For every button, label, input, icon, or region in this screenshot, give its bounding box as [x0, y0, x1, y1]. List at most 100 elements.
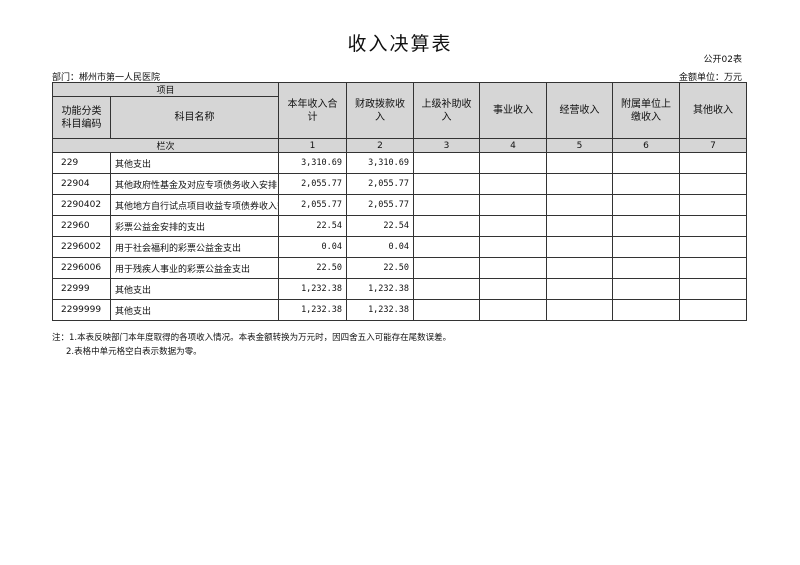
empty-cell: [546, 299, 614, 321]
subject-name-cell: 其他支出: [109, 299, 280, 321]
total-cell: 3,310.69: [278, 152, 348, 174]
func-code-cell: 229: [52, 152, 111, 174]
header-item: 项目: [51, 82, 280, 97]
subject-name-cell: 其他支出: [109, 152, 280, 174]
col-number: 5: [546, 138, 614, 153]
empty-cell: [413, 236, 481, 258]
empty-cell: [679, 152, 748, 174]
total-cell: 22.50: [278, 257, 348, 279]
total-cell: 2,055.77: [278, 173, 348, 195]
header-subject-name: 科目名称: [109, 96, 280, 139]
col-number: 1: [278, 138, 348, 153]
fiscal-cell: 22.50: [346, 257, 415, 279]
func-code-cell: 2296002: [52, 236, 111, 258]
total-cell: 2,055.77: [278, 194, 348, 216]
empty-cell: [679, 215, 748, 237]
empty-cell: [612, 152, 681, 174]
header-func-code: 功能分类科目编码: [52, 96, 111, 139]
empty-cell: [413, 299, 481, 321]
empty-cell: [546, 236, 614, 258]
total-cell: 1,232.38: [278, 278, 348, 300]
empty-cell: [546, 215, 614, 237]
table-row: 2290402 其他地方自行试点项目收益专项债券收入安 2,055.77 2,0…: [52, 194, 748, 216]
table-row: 2299999 其他支出 1,232.38 1,232.38: [52, 299, 748, 321]
row-index-label: 栏次: [51, 138, 280, 153]
empty-cell: [546, 257, 614, 279]
empty-cell: [612, 173, 681, 195]
col-number: 6: [612, 138, 681, 153]
empty-cell: [479, 278, 548, 300]
empty-cell: [413, 278, 481, 300]
empty-cell: [413, 215, 481, 237]
form-number: 公开02表: [703, 55, 742, 65]
func-code-cell: 2299999: [52, 299, 111, 321]
empty-cell: [479, 299, 548, 321]
fiscal-cell: 1,232.38: [346, 299, 415, 321]
fiscal-cell: 2,055.77: [346, 173, 415, 195]
fiscal-cell: 2,055.77: [346, 194, 415, 216]
empty-cell: [479, 173, 548, 195]
empty-cell: [679, 299, 748, 321]
header-col-total: 本年收入合计: [278, 82, 348, 139]
subject-name-cell: 其他地方自行试点项目收益专项债券收入安: [109, 194, 280, 216]
empty-cell: [546, 194, 614, 216]
table-row: 22960 彩票公益金安排的支出 22.54 22.54: [52, 215, 748, 237]
empty-cell: [479, 236, 548, 258]
empty-cell: [479, 257, 548, 279]
fiscal-cell: 1,232.38: [346, 278, 415, 300]
empty-cell: [612, 194, 681, 216]
header-col-other: 其他收入: [679, 82, 748, 139]
col-number: 2: [346, 138, 415, 153]
func-code-cell: 2290402: [52, 194, 111, 216]
subject-name-cell: 其他政府性基金及对应专项债务收入安排: [109, 173, 280, 195]
empty-cell: [546, 173, 614, 195]
empty-cell: [479, 215, 548, 237]
total-cell: 1,232.38: [278, 299, 348, 321]
func-code-cell: 2296006: [52, 257, 111, 279]
income-table: 项目 本年收入合计 财政拨款收入 上级补助收入 事业收入 经营收入 附属单位上缴…: [51, 82, 748, 321]
func-code-cell: 22960: [52, 215, 111, 237]
header-col-affiliated: 附属单位上缴收入: [612, 82, 681, 139]
table-row: 22999 其他支出 1,232.38 1,232.38: [52, 278, 748, 300]
header-col-business: 事业收入: [479, 82, 548, 139]
header-col-fiscal: 财政拨款收入: [346, 82, 415, 139]
subject-name-cell: 用于残疾人事业的彩票公益金支出: [109, 257, 280, 279]
col-number: 3: [413, 138, 481, 153]
func-code-cell: 22999: [52, 278, 111, 300]
empty-cell: [612, 299, 681, 321]
empty-cell: [612, 236, 681, 258]
table-row: 2296002 用于社会福利的彩票公益金支出 0.04 0.04: [52, 236, 748, 258]
table-row: 229 其他支出 3,310.69 3,310.69: [52, 152, 748, 174]
header-col-operating: 经营收入: [546, 82, 614, 139]
subject-name-cell: 用于社会福利的彩票公益金支出: [109, 236, 280, 258]
empty-cell: [413, 152, 481, 174]
footnote-2: 2.表格中单元格空白表示数据为零。: [66, 347, 202, 357]
footnotes: 注：1.本表反映部门本年度取得的各项收入情况。本表金额转换为万元时，因四舍五入可…: [52, 331, 451, 359]
empty-cell: [479, 152, 548, 174]
subject-name-cell: 其他支出: [109, 278, 280, 300]
empty-cell: [679, 173, 748, 195]
empty-cell: [612, 278, 681, 300]
empty-cell: [413, 173, 481, 195]
empty-cell: [679, 236, 748, 258]
fiscal-cell: 0.04: [346, 236, 415, 258]
footnote-1: 注：1.本表反映部门本年度取得的各项收入情况。本表金额转换为万元时，因四舍五入可…: [52, 333, 452, 343]
header-col-superior: 上级补助收入: [413, 82, 481, 139]
fiscal-cell: 3,310.69: [346, 152, 415, 174]
empty-cell: [679, 257, 748, 279]
col-number: 7: [679, 138, 748, 153]
empty-cell: [612, 257, 681, 279]
total-cell: 22.54: [278, 215, 348, 237]
func-code-cell: 22904: [52, 173, 111, 195]
empty-cell: [413, 194, 481, 216]
empty-cell: [679, 278, 748, 300]
total-cell: 0.04: [278, 236, 348, 258]
empty-cell: [679, 194, 748, 216]
empty-cell: [546, 152, 614, 174]
empty-cell: [546, 278, 614, 300]
subject-name-cell: 彩票公益金安排的支出: [109, 215, 280, 237]
empty-cell: [413, 257, 481, 279]
table-row: 2296006 用于残疾人事业的彩票公益金支出 22.50 22.50: [52, 257, 748, 279]
empty-cell: [612, 215, 681, 237]
table-row: 22904 其他政府性基金及对应专项债务收入安排 2,055.77 2,055.…: [52, 173, 748, 195]
